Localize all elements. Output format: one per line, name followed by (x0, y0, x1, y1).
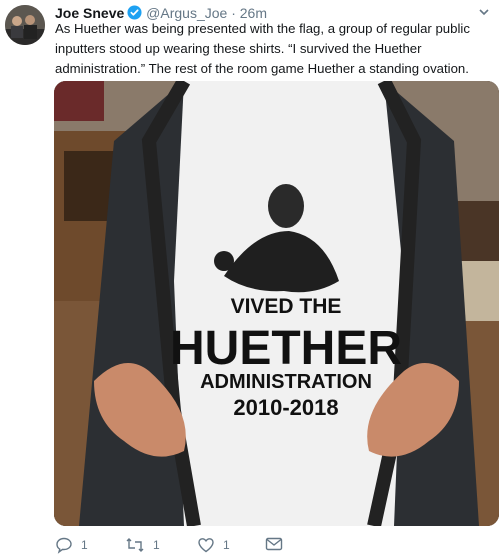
shirt-text-line3: ADMINISTRATION (200, 371, 372, 393)
like-button[interactable]: 1 (197, 536, 230, 554)
retweet-button[interactable]: 1 (125, 536, 160, 554)
shirt-text-line1: VIVED THE (231, 295, 342, 318)
reply-count: 1 (81, 538, 88, 552)
retweet-icon (125, 536, 145, 554)
envelope-icon (265, 536, 283, 552)
reply-button[interactable]: 1 (55, 536, 88, 554)
like-count: 1 (223, 538, 230, 552)
reply-icon (55, 536, 73, 554)
tweet-photo[interactable]: VIVED THE HUETHER ADMINISTRATION 2010-20… (54, 81, 499, 526)
tweet-text: As Huether was being presented with the … (55, 21, 470, 76)
message-button[interactable] (265, 536, 283, 552)
shirt-text-line4: 2010-2018 (233, 395, 338, 420)
heart-icon (197, 536, 215, 554)
avatar[interactable] (5, 5, 45, 45)
retweet-count: 1 (153, 538, 160, 552)
shirt-text-line2: HUETHER (170, 322, 402, 375)
